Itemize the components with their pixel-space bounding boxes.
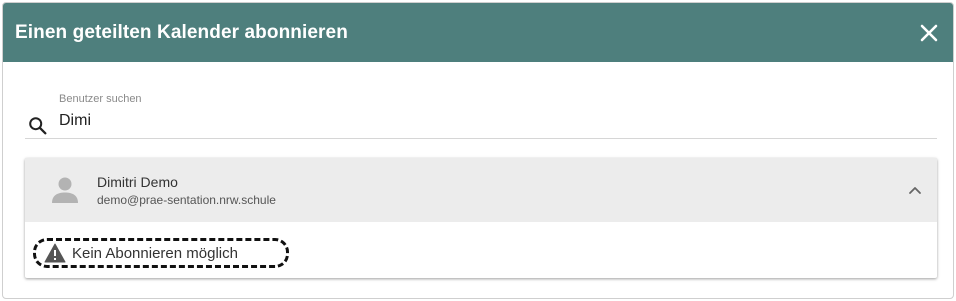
dialog-title: Einen geteilten Kalender abonnieren <box>15 21 348 43</box>
user-name: Dimitri Demo <box>97 174 178 190</box>
close-icon <box>920 24 938 41</box>
subscribe-calendar-dialog: Einen geteilten Kalender abonnieren Benu… <box>2 2 954 299</box>
search-input[interactable] <box>59 112 919 130</box>
user-email: demo@prae-sentation.nrw.schule <box>97 193 276 207</box>
warning-text: Kein Abonnieren möglich <box>72 244 238 262</box>
warning-icon <box>44 243 66 263</box>
chevron-up-icon[interactable] <box>907 182 923 198</box>
user-result-header[interactable]: Dimitri Demo demo@prae-sentation.nrw.sch… <box>25 158 937 222</box>
search-icon <box>29 117 47 135</box>
subscription-warning: Kein Abonnieren möglich <box>33 238 289 268</box>
search-label: Benutzer suchen <box>59 93 142 105</box>
close-button[interactable] <box>917 21 941 45</box>
person-icon <box>52 177 78 203</box>
dialog-header: Einen geteilten Kalender abonnieren <box>3 3 953 62</box>
search-result-panel: Dimitri Demo demo@prae-sentation.nrw.sch… <box>25 158 937 278</box>
user-search-field[interactable]: Benutzer suchen <box>25 91 937 139</box>
